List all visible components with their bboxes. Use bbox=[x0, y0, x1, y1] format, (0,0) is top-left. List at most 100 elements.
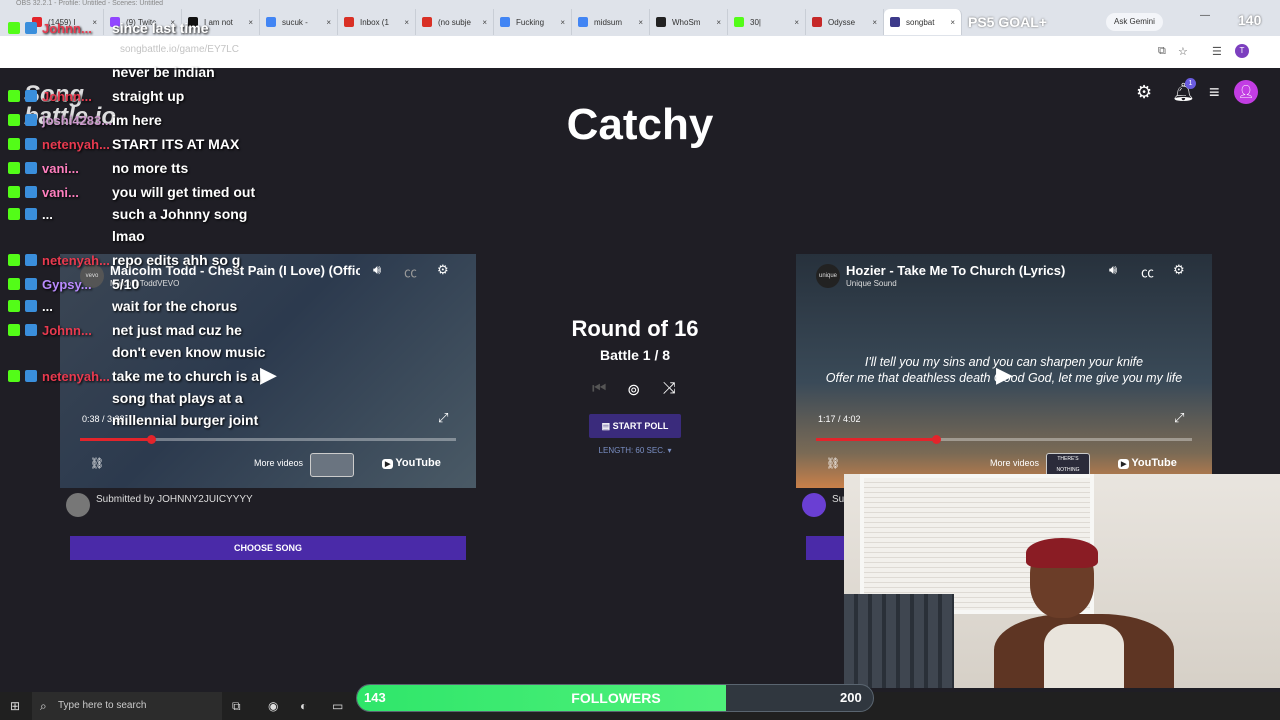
file-explorer-icon[interactable]: ▭ bbox=[332, 699, 343, 713]
captions-icon[interactable]: ㏄ bbox=[404, 262, 417, 281]
browser-tab[interactable]: WhoSm × bbox=[650, 9, 728, 35]
chat-username[interactable]: ... bbox=[42, 299, 53, 314]
right-video-player[interactable]: unique Hozier - Take Me To Church (Lyric… bbox=[796, 254, 1212, 488]
ask-gemini-button[interactable]: Ask Gemini bbox=[1106, 13, 1163, 31]
settings-gear-icon[interactable]: ⚙ bbox=[437, 262, 449, 278]
chat-username[interactable]: netenyah... bbox=[42, 369, 110, 384]
chat-username[interactable]: Johnn... bbox=[42, 89, 92, 104]
tab-favicon-icon bbox=[890, 17, 900, 27]
url-text[interactable]: songbattle.io/game/EY7LC bbox=[120, 44, 239, 55]
start-poll-button[interactable]: ▤ START POLL bbox=[589, 414, 681, 438]
chat-username[interactable]: Johnn... bbox=[42, 21, 92, 36]
fullscreen-icon[interactable]: ⤢ bbox=[1174, 410, 1184, 426]
browser-tab[interactable]: midsum × bbox=[572, 9, 650, 35]
tab-close-icon[interactable]: × bbox=[398, 18, 409, 27]
tab-close-icon[interactable]: × bbox=[320, 18, 331, 27]
extensions-icon[interactable]: ☰ bbox=[1212, 45, 1222, 58]
video-channel[interactable]: Unique Sound bbox=[846, 279, 897, 288]
chat-username[interactable]: netenyah... bbox=[42, 253, 110, 268]
chat-message: lmao bbox=[112, 228, 145, 244]
chat-message: song that plays at a bbox=[112, 390, 243, 406]
progress-knob[interactable] bbox=[147, 435, 157, 444]
copy-link-icon[interactable]: ⛓ bbox=[826, 457, 840, 470]
progress-knob[interactable] bbox=[932, 435, 942, 444]
tab-close-icon[interactable]: × bbox=[632, 18, 643, 27]
save-icon[interactable]: ⊚ bbox=[627, 380, 640, 400]
user-avatar-icon[interactable]: 👤︎ bbox=[1234, 80, 1258, 104]
tab-close-icon[interactable]: × bbox=[944, 18, 955, 27]
tab-close-icon[interactable]: × bbox=[476, 18, 487, 27]
edge-icon[interactable]: ◐ bbox=[300, 699, 307, 713]
youtube-play-icon: ▶ bbox=[382, 459, 394, 469]
browser-tab[interactable]: 30| × bbox=[728, 9, 806, 35]
submitter-avatar bbox=[66, 493, 90, 517]
browser-tab[interactable]: (no subje × bbox=[416, 9, 494, 35]
progress-bar[interactable] bbox=[80, 435, 456, 444]
volume-icon[interactable]: 🔊︎ bbox=[373, 262, 381, 278]
youtube-logo-text: YouTube bbox=[395, 457, 441, 469]
hamburger-menu-icon[interactable]: ≡ bbox=[1209, 82, 1220, 103]
youtube-logo[interactable]: ▶ YouTube bbox=[1118, 457, 1177, 469]
chat-username[interactable]: joshi4283... bbox=[42, 113, 112, 128]
choose-song-button[interactable]: CHOOSE SONG bbox=[70, 536, 466, 560]
chat-message: straight up bbox=[112, 88, 185, 104]
copy-link-icon[interactable]: ⛓ bbox=[90, 457, 104, 470]
windows-start-icon[interactable]: ⊞ bbox=[10, 699, 20, 713]
subscriber-badge-icon bbox=[25, 186, 37, 198]
task-view-icon[interactable]: ⧉ bbox=[232, 699, 241, 714]
choose-song-button[interactable] bbox=[806, 536, 846, 560]
length-selector[interactable]: LENGTH: 60 SEC. ▾ bbox=[535, 446, 735, 455]
video-title[interactable]: Hozier - Take Me To Church (Lyrics) bbox=[846, 263, 1106, 278]
chat-message: don't even know music bbox=[112, 344, 266, 360]
play-icon[interactable]: ▶ bbox=[260, 362, 277, 388]
chat-username[interactable]: vani... bbox=[42, 161, 79, 176]
bookmark-star-icon[interactable]: ☆ bbox=[1178, 45, 1188, 58]
chat-message: net just mad cuz he bbox=[112, 322, 242, 338]
webcam-feed bbox=[844, 474, 1280, 688]
progress-bar[interactable] bbox=[816, 435, 1192, 444]
subscriber-badge-icon bbox=[25, 114, 37, 126]
minimize-icon[interactable]: — bbox=[1200, 10, 1210, 21]
volume-icon[interactable]: 🔊︎ bbox=[1109, 262, 1117, 278]
skip-back-icon[interactable]: ⏮ bbox=[592, 380, 606, 398]
tab-favicon-icon bbox=[734, 17, 744, 27]
kick-badge-icon bbox=[8, 370, 20, 382]
browser-tab[interactable]: Inbox (1 × bbox=[338, 9, 416, 35]
tab-close-icon[interactable]: × bbox=[788, 18, 799, 27]
tab-close-icon[interactable]: × bbox=[554, 18, 565, 27]
chat-username[interactable]: netenyah... bbox=[42, 137, 110, 152]
captions-icon[interactable]: ㏄ bbox=[1141, 262, 1154, 281]
progress-fill bbox=[816, 438, 937, 441]
tab-close-icon[interactable]: × bbox=[866, 18, 877, 27]
settings-gear-icon[interactable]: ⚙ bbox=[1173, 262, 1185, 278]
chrome-icon[interactable]: ◉ bbox=[268, 699, 278, 713]
youtube-logo[interactable]: ▶ YouTube bbox=[382, 457, 441, 469]
channel-avatar[interactable]: unique bbox=[816, 264, 840, 288]
browser-tab[interactable]: Fucking × bbox=[494, 9, 572, 35]
obs-window-title: OBS 32.2.1 - Profile: Untitled - Scenes:… bbox=[0, 0, 1280, 8]
goal-target-count: 200 bbox=[840, 690, 862, 705]
install-app-icon[interactable]: ⧉ bbox=[1158, 45, 1166, 58]
chat-username[interactable]: ... bbox=[42, 207, 53, 222]
youtube-logo-text: YouTube bbox=[1131, 457, 1177, 469]
kick-badge-icon bbox=[8, 138, 20, 150]
more-videos-link[interactable]: More videos bbox=[254, 458, 303, 468]
more-videos-thumbnail[interactable] bbox=[310, 453, 354, 477]
tab-close-icon[interactable]: × bbox=[710, 18, 721, 27]
subscriber-badge-icon bbox=[25, 278, 37, 290]
chat-username[interactable]: vani... bbox=[42, 185, 79, 200]
browser-tab[interactable]: sucuk - × bbox=[260, 9, 338, 35]
shuffle-icon[interactable]: ⤨ bbox=[663, 380, 676, 398]
submitter-avatar bbox=[802, 493, 826, 517]
tab-close-icon[interactable]: × bbox=[242, 18, 253, 27]
fullscreen-icon[interactable]: ⤢ bbox=[438, 410, 448, 426]
browser-tab[interactable]: Odysse × bbox=[806, 9, 884, 35]
chat-username[interactable]: Johnn... bbox=[42, 323, 92, 338]
play-icon[interactable]: ▶ bbox=[996, 362, 1013, 388]
more-videos-link[interactable]: More videos bbox=[990, 458, 1039, 468]
chat-username[interactable]: Gypsy... bbox=[42, 277, 92, 292]
browser-tab[interactable]: songbat × bbox=[884, 9, 962, 35]
chat-message: millennial burger joint bbox=[112, 412, 259, 428]
browser-profile-avatar[interactable]: T bbox=[1235, 44, 1249, 58]
settings-gear-icon[interactable]: ⚙ bbox=[1136, 82, 1152, 103]
